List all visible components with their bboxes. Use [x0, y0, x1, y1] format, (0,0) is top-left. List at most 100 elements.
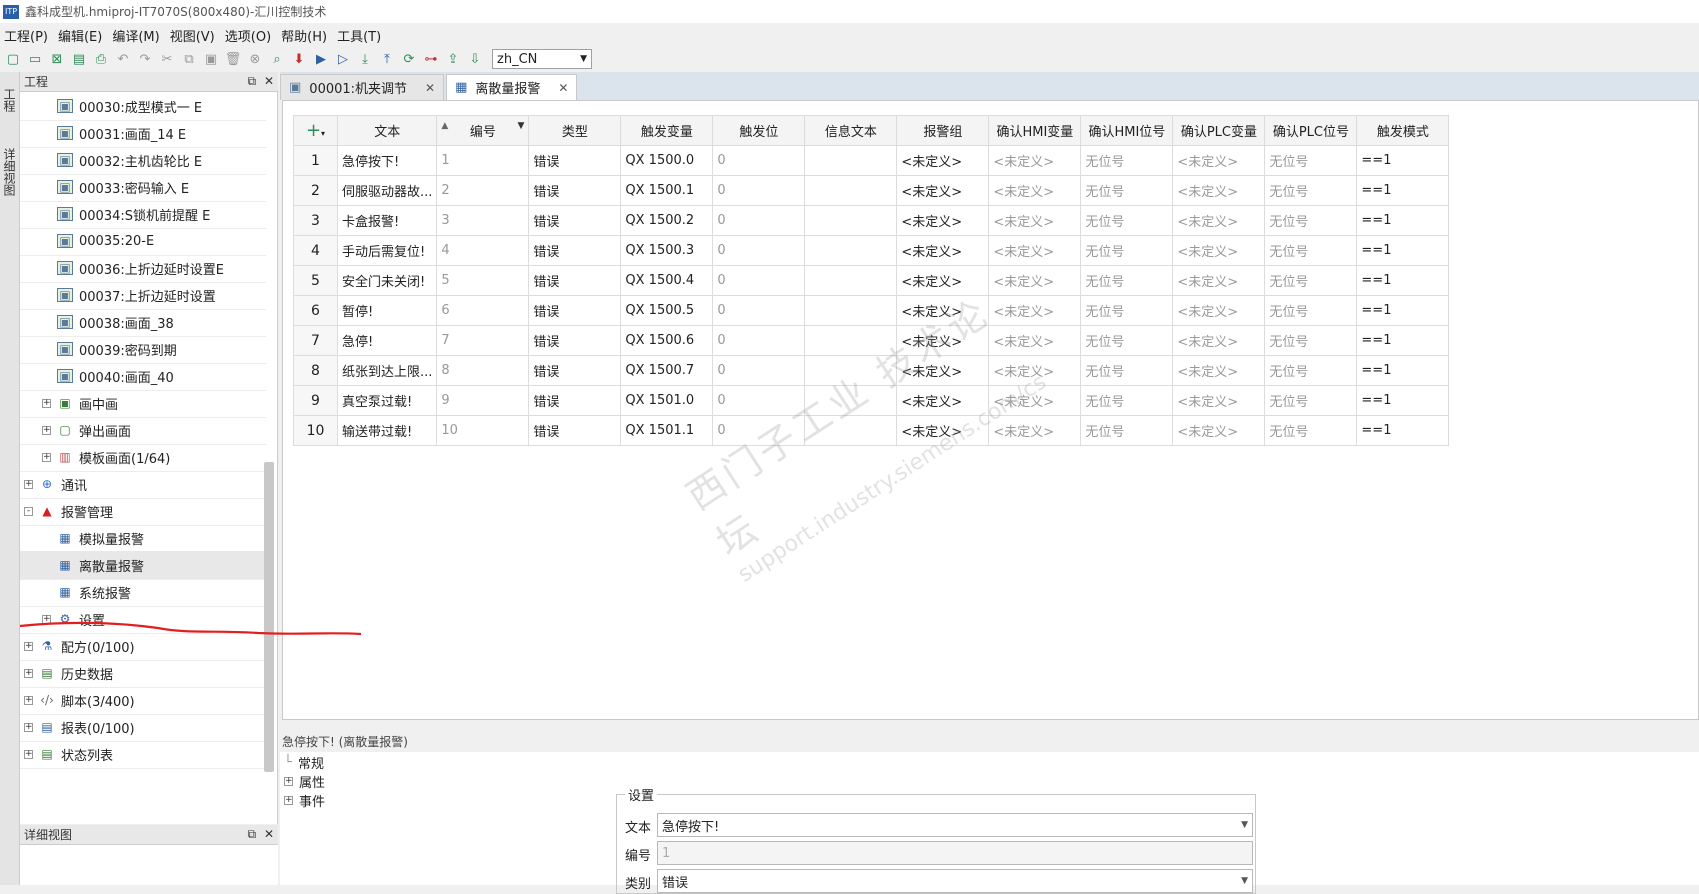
copy-icon[interactable]: ⧉ [180, 50, 198, 68]
menu-help[interactable]: 帮助(H) [281, 26, 327, 45]
column-header-info-text[interactable]: 信息文本 [804, 115, 898, 146]
row-number[interactable]: 9 [293, 385, 338, 416]
redo-icon[interactable]: ↷ [136, 50, 154, 68]
alarm-group-cell[interactable]: <未定义> [896, 295, 990, 326]
add-row-button[interactable]: +▾ [293, 115, 338, 146]
trigger-variable-cell[interactable]: QX 1500.0 [620, 145, 714, 176]
prop-node-events[interactable]: + 事件 [284, 790, 325, 810]
info-text-cell[interactable] [804, 265, 898, 296]
trigger-variable-cell[interactable]: QX 1500.2 [620, 205, 714, 236]
network-icon[interactable]: ⊶ [422, 50, 440, 68]
tree-item[interactable]: + ‹/› 脚本(3/400) [20, 686, 266, 715]
tree-item[interactable]: + ▤ 报表(0/100) [20, 713, 266, 742]
simulate-offline-icon[interactable]: ▶ [312, 50, 330, 68]
alarm-number-cell[interactable]: 3 [436, 205, 530, 236]
alarm-type-cell[interactable]: 错误 [528, 145, 622, 176]
close-icon[interactable]: ✕ [264, 827, 274, 841]
close-project-icon[interactable]: ⊠ [48, 50, 66, 68]
column-header-trigger-mode[interactable]: 触发模式 [1356, 115, 1450, 146]
close-icon[interactable]: ✕ [558, 81, 568, 95]
prop-node-general[interactable]: └ 常规 [284, 752, 324, 772]
alarm-number-cell[interactable]: 7 [436, 325, 530, 356]
tree-item[interactable]: ▣ 00032:主机齿轮比 E [20, 146, 266, 175]
collapse-icon[interactable]: - [24, 506, 33, 516]
language-select[interactable]: zh_CN ▼ [492, 49, 592, 69]
row-number[interactable]: 6 [293, 295, 338, 326]
ack-plc-bit-cell[interactable]: 无位号 [1264, 385, 1358, 416]
info-text-cell[interactable] [804, 385, 898, 416]
alarm-type-select[interactable]: 错误 ▼ [657, 869, 1253, 893]
alarm-type-cell[interactable]: 错误 [528, 235, 622, 266]
alarm-text-cell[interactable]: 真空泵过载! [336, 385, 438, 416]
table-row[interactable]: 5 安全门未关闭! 5 错误 QX 1500.4 0 <未定义> <未定义> 无位号 <未定义> 无… [293, 265, 1450, 296]
alarm-number-cell[interactable]: 2 [436, 175, 530, 206]
tree-item[interactable]: + ⊕ 通讯 [20, 470, 266, 499]
alarm-number-cell[interactable]: 10 [436, 415, 530, 446]
ack-plc-bit-cell[interactable]: 无位号 [1264, 415, 1358, 446]
compile-icon[interactable]: ⊗ [246, 50, 264, 68]
rail-tab-detail[interactable]: 详细视图 [2, 148, 18, 196]
tree-item[interactable]: ▣ 00033:密码输入 E [20, 173, 266, 202]
column-header-alarm-group[interactable]: 报警组 [896, 115, 990, 146]
trigger-bit-cell[interactable]: 0 [712, 325, 806, 356]
trigger-variable-cell[interactable]: QX 1500.3 [620, 235, 714, 266]
close-icon[interactable]: ✕ [264, 74, 274, 88]
ack-plc-bit-cell[interactable]: 无位号 [1264, 295, 1358, 326]
trigger-mode-cell[interactable]: ==1 [1356, 355, 1450, 386]
trigger-bit-cell[interactable]: 0 [712, 235, 806, 266]
trigger-mode-cell[interactable]: ==1 [1356, 385, 1450, 416]
column-header-ack-hmi-bit[interactable]: 确认HMI位号 [1080, 115, 1174, 146]
tree-item[interactable]: ▦ 模拟量报警 [20, 524, 266, 553]
export-icon[interactable]: ⤒ [378, 50, 396, 68]
table-row[interactable]: 3 卡盒报警! 3 错误 QX 1500.2 0 <未定义> <未定义> 无位号 <未定义> 无位号… [293, 205, 1450, 236]
alarm-group-cell[interactable]: <未定义> [896, 175, 990, 206]
info-text-cell[interactable] [804, 205, 898, 236]
alarm-type-cell[interactable]: 错误 [528, 265, 622, 296]
trigger-bit-cell[interactable]: 0 [712, 385, 806, 416]
alarm-number-cell[interactable]: 8 [436, 355, 530, 386]
row-number[interactable]: 5 [293, 265, 338, 296]
trigger-bit-cell[interactable]: 0 [712, 295, 806, 326]
info-text-cell[interactable] [804, 415, 898, 446]
alarm-text-cell[interactable]: 手动后需复位! [336, 235, 438, 266]
tab-discrete-alarm[interactable]: ▦ 离散量报警 ✕ [446, 74, 578, 100]
ack-hmi-bit-cell[interactable]: 无位号 [1080, 355, 1174, 386]
expand-icon[interactable]: + [24, 749, 33, 759]
alarm-group-cell[interactable]: <未定义> [896, 145, 990, 176]
trigger-variable-cell[interactable]: QX 1500.4 [620, 265, 714, 296]
ack-hmi-bit-cell[interactable]: 无位号 [1080, 295, 1174, 326]
row-number[interactable]: 7 [293, 325, 338, 356]
expand-icon[interactable]: + [24, 668, 33, 678]
alarm-text-cell[interactable]: 纸张到达上限... [336, 355, 438, 386]
tree-item[interactable]: - ▲ 报警管理 [20, 497, 266, 526]
ack-plc-bit-cell[interactable]: 无位号 [1264, 325, 1358, 356]
menu-project[interactable]: 工程(P) [4, 26, 48, 45]
ack-plc-variable-cell[interactable]: <未定义> [1172, 205, 1266, 236]
alarm-text-cell[interactable]: 输送带过载! [336, 415, 438, 446]
expand-icon[interactable]: + [24, 695, 33, 705]
ack-hmi-bit-cell[interactable]: 无位号 [1080, 325, 1174, 356]
table-row[interactable]: 9 真空泵过载! 9 错误 QX 1501.0 0 <未定义> <未定义> 无位号 <未定义> 无位… [293, 385, 1450, 416]
expand-icon[interactable]: + [42, 452, 51, 462]
row-number[interactable]: 10 [293, 415, 338, 446]
tree-item[interactable]: + ⚗ 配方(0/100) [20, 632, 266, 661]
ack-plc-variable-cell[interactable]: <未定义> [1172, 385, 1266, 416]
column-header-trigger-variable[interactable]: 触发变量 [620, 115, 714, 146]
alarm-group-cell[interactable]: <未定义> [896, 325, 990, 356]
ack-hmi-bit-cell[interactable]: 无位号 [1080, 265, 1174, 296]
save-icon[interactable]: ▤ [70, 50, 88, 68]
info-text-cell[interactable] [804, 175, 898, 206]
ack-hmi-bit-cell[interactable]: 无位号 [1080, 385, 1174, 416]
download-icon[interactable]: ⬇ [290, 50, 308, 68]
trigger-variable-cell[interactable]: QX 1500.6 [620, 325, 714, 356]
trigger-mode-cell[interactable]: ==1 [1356, 325, 1450, 356]
info-text-cell[interactable] [804, 235, 898, 266]
trigger-bit-cell[interactable]: 0 [712, 205, 806, 236]
row-number[interactable]: 1 [293, 145, 338, 176]
ack-plc-variable-cell[interactable]: <未定义> [1172, 355, 1266, 386]
ack-hmi-bit-cell[interactable]: 无位号 [1080, 235, 1174, 266]
search-icon[interactable]: ⌕ [268, 50, 286, 68]
alarm-group-cell[interactable]: <未定义> [896, 385, 990, 416]
alarm-group-cell[interactable]: <未定义> [896, 205, 990, 236]
download-device-icon[interactable]: ⇩ [466, 50, 484, 68]
